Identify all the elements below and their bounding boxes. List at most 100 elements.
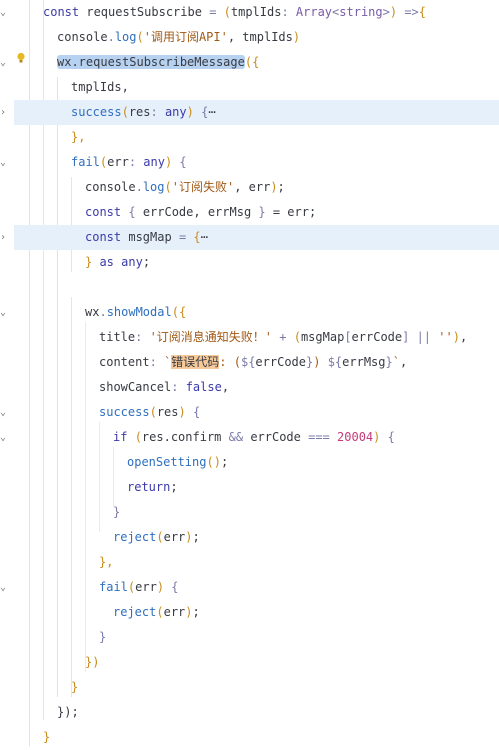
code-token: ; <box>277 180 285 194</box>
code-token: wx.requestSubscribeMessage <box>57 55 245 69</box>
code-token: err <box>163 605 186 619</box>
code-token: ( <box>156 530 164 544</box>
fold-open-icon[interactable]: ⌄ <box>0 308 10 318</box>
code-line[interactable]: } as any; <box>14 250 499 275</box>
code-line[interactable]: content: `错误代码: (${errCode}) ${errMsg}`, <box>14 350 499 375</box>
code-token: content <box>99 355 150 369</box>
code-line[interactable]: wx.requestSubscribeMessage({ <box>14 50 499 75</box>
code-token: : <box>281 5 296 19</box>
code-token: string <box>339 5 383 19</box>
code-line-text: const { errCode, errMsg } = err; <box>85 200 316 225</box>
fold-open-icon[interactable]: ⌄ <box>0 583 10 593</box>
code-line-text: return; <box>127 475 178 500</box>
code-line[interactable]: console.log('订阅失败', err); <box>14 175 499 200</box>
code-token: . <box>99 305 107 319</box>
code-line[interactable]: reject(err); <box>14 600 499 625</box>
code-line-text: } as any; <box>85 250 150 275</box>
code-token: = <box>178 230 194 244</box>
fold-open-icon[interactable]: ⌄ <box>0 8 10 18</box>
code-line[interactable]: }, <box>14 125 499 150</box>
code-line[interactable]: showCancel: false, <box>14 375 499 400</box>
code-line[interactable]: } <box>14 500 499 525</box>
code-line-text: wx.showModal({ <box>85 300 186 325</box>
code-token: errCode <box>351 330 403 344</box>
code-line-text: console.log('调用订阅API', tmplIds) <box>57 25 300 50</box>
code-token: ) <box>185 530 193 544</box>
code-line[interactable]: }, <box>14 550 499 575</box>
code-token: ( <box>164 180 172 194</box>
code-token: : <box>135 330 150 344</box>
code-token: ) <box>313 355 328 369</box>
code-token: ( <box>223 5 231 19</box>
code-line[interactable]: return; <box>14 475 499 500</box>
code-line[interactable] <box>14 275 499 300</box>
code-line[interactable]: reject(err); <box>14 525 499 550</box>
code-line-text: } <box>43 725 50 750</box>
code-line[interactable]: openSetting(); <box>14 450 499 475</box>
code-line-text: openSetting(); <box>127 450 228 475</box>
code-line[interactable]: fail(err) { <box>14 575 499 600</box>
code-token: , err <box>234 180 271 194</box>
code-line[interactable]: } <box>14 725 499 750</box>
code-line-text: }, <box>99 550 113 575</box>
code-token: ) <box>389 5 398 19</box>
code-token: tmplIds <box>230 5 282 19</box>
code-token: ( <box>121 105 129 119</box>
code-line-text: reject(err); <box>113 525 200 550</box>
code-token: ( <box>293 330 301 344</box>
code-line[interactable]: success(res) { <box>14 400 499 425</box>
code-line[interactable]: }) <box>14 650 499 675</box>
code-token: console <box>85 180 136 194</box>
code-line-text: console.log('订阅失败', err); <box>85 175 285 200</box>
fold-closed-icon[interactable]: › <box>0 233 10 243</box>
code-line[interactable]: fail(err: any) { <box>14 150 499 175</box>
code-line[interactable]: const msgMap = {⋯ <box>14 225 499 250</box>
code-token: msgMap <box>300 330 345 344</box>
code-token: > <box>382 5 390 19</box>
code-line[interactable]: } <box>14 625 499 650</box>
code-line[interactable]: success(res: any) {⋯ <box>14 100 499 125</box>
code-line[interactable]: const { errCode, errMsg } = err; <box>14 200 499 225</box>
editor-gutter: ⌄ ⌄ › ⌄ › ⌄ ⌄ ⌄ ⌄ <box>0 0 14 746</box>
code-token: { <box>193 230 201 244</box>
fold-open-icon[interactable]: ⌄ <box>0 408 10 418</box>
code-line[interactable]: } <box>14 675 499 700</box>
code-token: return <box>127 480 171 494</box>
code-token: ; <box>192 530 200 544</box>
code-line[interactable]: const requestSubscribe = (tmplIds: Array… <box>14 0 499 25</box>
fold-closed-icon[interactable]: › <box>0 108 10 118</box>
code-token: = <box>209 5 224 19</box>
code-line-text: }); <box>57 700 79 725</box>
code-line[interactable]: }); <box>14 700 499 725</box>
code-token: log <box>114 30 137 44</box>
code-token: } <box>99 630 107 644</box>
fold-open-icon[interactable]: ⌄ <box>0 158 10 168</box>
code-line[interactable]: wx.showModal({ <box>14 300 499 325</box>
code-token: as any <box>99 255 143 269</box>
fold-open-icon[interactable]: ⌄ <box>0 58 10 68</box>
code-token: res <box>156 405 179 419</box>
fold-open-icon[interactable]: ⌄ <box>0 433 10 443</box>
code-token: , <box>221 380 230 394</box>
code-token: = err; <box>272 205 317 219</box>
code-line[interactable]: console.log('调用订阅API', tmplIds) <box>14 25 499 50</box>
code-token: ` <box>392 355 400 369</box>
code-token: res.confirm <box>141 430 229 444</box>
code-token: : ( <box>219 355 241 369</box>
code-line[interactable]: tmplIds, <box>14 75 499 100</box>
code-line[interactable]: if (res.confirm && errCode === 20004) { <box>14 425 499 450</box>
code-token: showModal <box>106 305 172 319</box>
code-token: && <box>228 430 251 444</box>
code-token: { <box>164 580 179 594</box>
code-token: title <box>99 330 136 344</box>
code-token: } <box>385 355 393 369</box>
code-token: ) <box>156 580 165 594</box>
code-token: reject <box>113 605 157 619</box>
code-token: ) <box>186 105 194 119</box>
code-line-text: }) <box>85 650 99 675</box>
code-token: }, <box>71 130 86 144</box>
code-token: err <box>135 580 157 594</box>
code-token: ) <box>270 180 278 194</box>
code-line[interactable]: title: '订阅消息通知失败！' + (msgMap[errCode] ||… <box>14 325 499 350</box>
code-line-text: reject(err); <box>113 600 200 625</box>
